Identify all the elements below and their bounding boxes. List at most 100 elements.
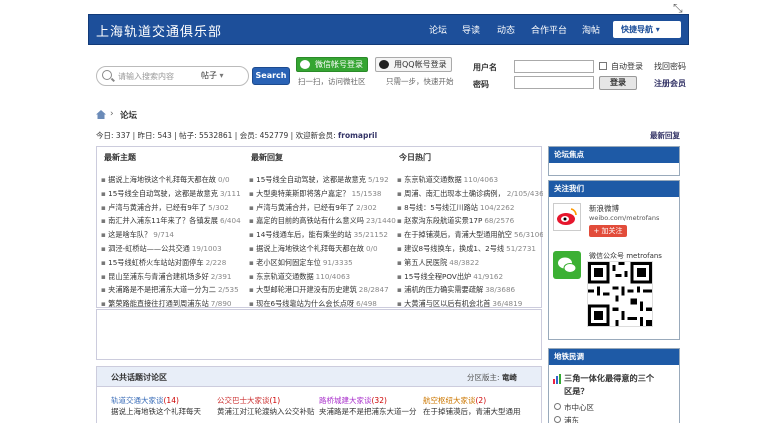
- latest-reply-link[interactable]: 大型邮轮港口开建没有历史建筑: [256, 285, 357, 294]
- latest-reply-link[interactable]: 老小区如何固定车位: [256, 258, 321, 267]
- sub-forum-last-post[interactable]: 黄浦江对江轮渡纳入公交补贴公交单价为22:30结束: [217, 407, 315, 417]
- new-topic-row[interactable]: ▪ 南汇并入浦东11年来了？各镇发展 6/404: [101, 214, 249, 228]
- hot-topic-link[interactable]: 大黄浦与区以后有机会北首: [404, 299, 490, 308]
- new-topic-row[interactable]: ▪ 据说上海地铁这个礼拜每天都在故 0/0: [101, 173, 249, 187]
- hot-topic-link[interactable]: 浦机的压力确实需要疏解: [404, 285, 483, 294]
- latest-reply-link[interactable]: 大型奥特莱斯即将落户嘉定？: [256, 189, 349, 198]
- latest-reply-row[interactable]: ▪ 15号线全自动驾驶，这都是故意克 5/192: [249, 173, 397, 187]
- sub-forum-link[interactable]: 轨道交通大家谈: [111, 396, 164, 405]
- sub-forum-item[interactable]: 航空枢纽大家谈(2): [423, 395, 486, 406]
- hot-topic-link[interactable]: 8号线：5号线江川路站: [404, 203, 478, 212]
- new-topic-row[interactable]: ▪ 这是啥车队？ 9/714: [101, 228, 249, 242]
- sub-forum-item[interactable]: 路桥城建大家谈(32): [319, 395, 387, 406]
- new-topic-link[interactable]: 繁荣路能直接往打通到周浦东站: [108, 299, 209, 308]
- search-scope-select[interactable]: 帖子 ▾: [201, 70, 224, 81]
- new-topic-row[interactable]: ▪ 15号线全自动驾驶，这都是故意克 3/111: [101, 187, 249, 201]
- sub-forum-item[interactable]: 公交巴士大家谈(1): [217, 395, 280, 406]
- hot-topic-link[interactable]: 周浦、南汇出现本土确诊病例，: [404, 189, 505, 198]
- hot-topic-row[interactable]: ▪ 东京轨道交通数据 110/4063: [397, 173, 543, 187]
- search-box[interactable]: 请输入搜索内容 帖子 ▾: [96, 66, 249, 86]
- hot-topic-row[interactable]: ▪ 赵家沟东段航道实景17P 68/2576: [397, 214, 543, 228]
- hot-topic-link[interactable]: 15号线全程POV出炉: [404, 272, 471, 281]
- new-topic-row[interactable]: ▪ 昆山至浦东与青浦合建机场多好 2/391: [101, 270, 249, 284]
- sub-forum-link[interactable]: 公交巴士大家谈: [217, 396, 270, 405]
- search-button[interactable]: Search: [252, 67, 290, 85]
- sub-forum-link[interactable]: 航空枢纽大家谈: [423, 396, 476, 405]
- hot-topic-row[interactable]: ▪ 周浦、南汇出现本土确诊病例，2/105/43626: [397, 187, 543, 201]
- nav-taotie[interactable]: 淘帖: [582, 23, 600, 36]
- hot-topic-link[interactable]: 建议8号线换车，换成1、2号线: [404, 244, 504, 253]
- new-topic-link[interactable]: 夹浦路是不是把浦东大道一分为二: [108, 285, 216, 294]
- latest-reply-link[interactable]: 东京轨道交通数据: [256, 272, 314, 281]
- latest-reply-link[interactable]: 最新回复: [650, 130, 680, 141]
- hot-topic-row[interactable]: ▪ 15号线全程POV出炉 41/9162: [397, 270, 543, 284]
- sub-forum-last-post[interactable]: 在于掉铺漠后，青浦大型通用航空产业基地建设: [423, 407, 521, 417]
- home-icon[interactable]: [96, 110, 106, 119]
- latest-reply-link[interactable]: 据说上海地铁这个礼拜每天都在故: [256, 244, 364, 253]
- nav-partner[interactable]: 合作平台: [531, 23, 567, 36]
- hot-topic-link[interactable]: 第五人民医院: [404, 258, 447, 267]
- new-topic-row[interactable]: ▪ 15号线虹桥火车站站对面停车 2/228: [101, 256, 249, 270]
- username-input[interactable]: [514, 60, 594, 73]
- newest-member-link[interactable]: fromapril: [338, 131, 377, 140]
- sub-forum-item[interactable]: 轨道交通大家谈(14): [111, 395, 179, 406]
- nav-activity[interactable]: 动态: [497, 23, 515, 36]
- sub-forum-title[interactable]: 公共话题讨论区: [111, 372, 167, 383]
- sub-forum-last-post[interactable]: 夹浦路是不是把浦东大道一分为二: [319, 407, 417, 417]
- nav-guide[interactable]: 导读: [462, 23, 480, 36]
- new-topic-link[interactable]: 昆山至浦东与青浦合建机场多好: [108, 272, 209, 281]
- latest-reply-row[interactable]: ▪ 大型邮轮港口开建没有历史建筑 28/2847: [249, 283, 397, 297]
- breadcrumb-current[interactable]: 论坛: [120, 109, 137, 121]
- new-topic-row[interactable]: ▪ 卢湾与黄浦合并，已经有9年了 5/302: [101, 201, 249, 215]
- latest-reply-row[interactable]: ▪ 卢湾与黄浦合并，已经有9年了 2/302: [249, 201, 397, 215]
- latest-reply-link[interactable]: 卢湾与黄浦合并，已经有9年了: [256, 203, 354, 212]
- new-topic-link[interactable]: 南汇并入浦东11年来了？各镇发展: [108, 216, 218, 225]
- site-title[interactable]: 上海轨道交通俱乐部: [96, 21, 222, 40]
- latest-reply-row[interactable]: ▪ 嘉定的目前的高铁站有什么意义吗 23/1440: [249, 214, 397, 228]
- search-input[interactable]: 请输入搜索内容: [118, 71, 174, 82]
- latest-reply-link[interactable]: 嘉定的目前的高铁站有什么意义吗: [256, 216, 364, 225]
- new-topic-link[interactable]: 卢湾与黄浦合并，已经有9年了: [108, 203, 206, 212]
- remember-checkbox[interactable]: [599, 62, 607, 70]
- expand-icon[interactable]: ⤡: [673, 1, 683, 16]
- follow-button[interactable]: + 加关注: [589, 225, 627, 237]
- weibo-icon[interactable]: [553, 203, 581, 231]
- new-topic-link[interactable]: 15号线虹桥火车站站对面停车: [108, 258, 203, 267]
- new-topic-link[interactable]: 这是啥车队？: [108, 230, 151, 239]
- hot-topic-link[interactable]: 东京轨道交通数据: [404, 175, 462, 184]
- hot-topic-row[interactable]: ▪ 第五人民医院 48/3822: [397, 256, 543, 270]
- hot-topic-row[interactable]: ▪ 建议8号线换车，换成1、2号线 51/2731: [397, 242, 543, 256]
- register-link[interactable]: 注册会员: [654, 78, 686, 89]
- latest-reply-row[interactable]: ▪ 老小区如何固定车位 91/3335: [249, 256, 397, 270]
- new-topic-row[interactable]: ▪ 泗泾-虹桥站——公共交通 19/1003: [101, 242, 249, 256]
- moderator-link[interactable]: 竜崎: [502, 373, 517, 382]
- weibo-name[interactable]: 新浪微博: [589, 203, 619, 214]
- quick-nav-dropdown[interactable]: 快捷导航 ▾: [613, 21, 681, 38]
- sub-forum-last-post[interactable]: 据说上海地铁这个礼拜每天: [111, 407, 209, 417]
- latest-reply-link[interactable]: 14号线通车后，能有乘坐的站: [256, 230, 351, 239]
- latest-reply-row[interactable]: ▪ 东京轨道交通数据 110/4063: [249, 270, 397, 284]
- poll-option-radio-2[interactable]: [554, 416, 561, 423]
- new-topic-link[interactable]: 据说上海地铁这个礼拜每天都在故: [108, 175, 216, 184]
- latest-reply-row[interactable]: ▪ 14号线通车后，能有乘坐的站 35/21152: [249, 228, 397, 242]
- new-topic-link[interactable]: 泗泾-虹桥站——公共交通: [108, 244, 190, 253]
- sub-forum-link[interactable]: 路桥城建大家谈: [319, 396, 372, 405]
- hot-topic-link[interactable]: 在于掉铺漠后，青浦大型通用航空: [404, 230, 512, 239]
- forgot-password-link[interactable]: 找回密码: [654, 61, 686, 72]
- latest-reply-link[interactable]: 现在6号线靠站为什么会长点呀: [256, 299, 354, 308]
- login-button[interactable]: 登录: [599, 76, 637, 90]
- latest-reply-row[interactable]: ▪ 据说上海地铁这个礼拜每天都在故 0/0: [249, 242, 397, 256]
- new-topic-link[interactable]: 15号线全自动驾驶，这都是故意克: [108, 189, 218, 198]
- hot-topic-row[interactable]: ▪ 在于掉铺漠后，青浦大型通用航空 56/3106: [397, 228, 543, 242]
- hot-topic-row[interactable]: ▪ 8号线：5号线江川路站 104/2262: [397, 201, 543, 215]
- hot-topic-row[interactable]: ▪ 浦机的压力确实需要疏解 38/3686: [397, 283, 543, 297]
- wechat-login-button[interactable]: 微信帐号登录: [296, 57, 368, 72]
- latest-reply-link[interactable]: 15号线全自动驾驶，这都是故意克: [256, 175, 366, 184]
- new-topic-row[interactable]: ▪ 夹浦路是不是把浦东大道一分为二 2/535: [101, 283, 249, 297]
- hot-topic-link[interactable]: 赵家沟东段航道实景17P: [404, 216, 482, 225]
- latest-reply-row[interactable]: ▪ 大型奥特莱斯即将落户嘉定？ 15/1538: [249, 187, 397, 201]
- nav-forum[interactable]: 论坛: [429, 23, 447, 36]
- poll-option-radio[interactable]: [554, 403, 561, 410]
- password-input[interactable]: [514, 76, 594, 89]
- qq-login-button[interactable]: 用QQ帐号登录: [375, 57, 452, 72]
